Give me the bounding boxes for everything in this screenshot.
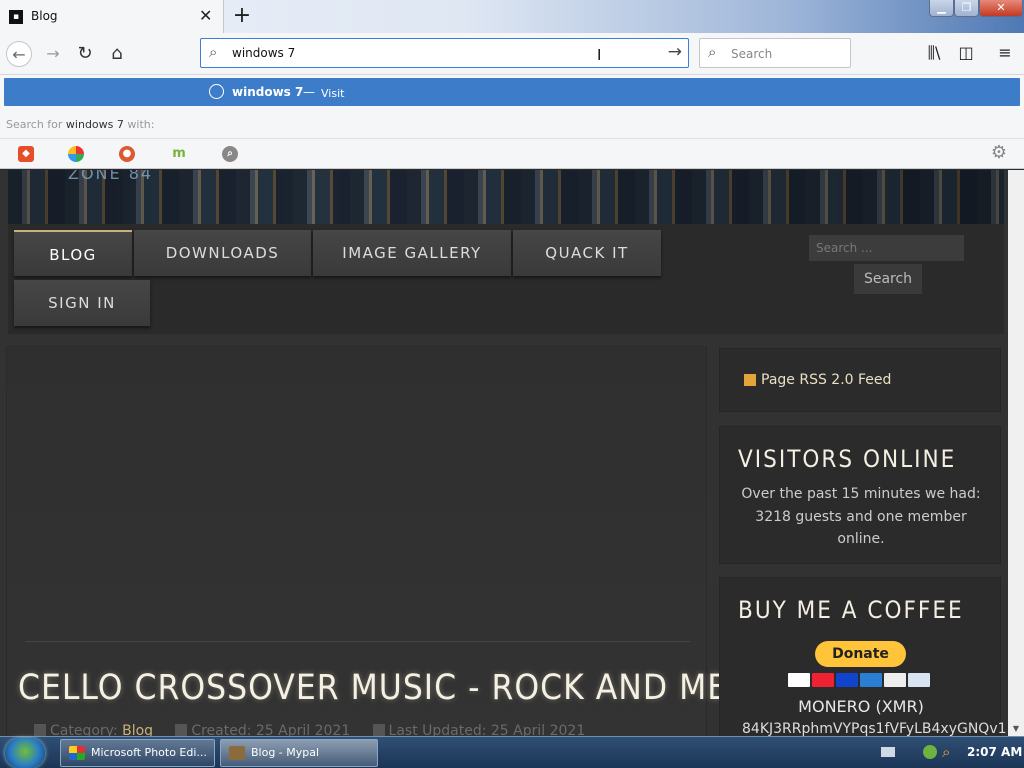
maestro-icon xyxy=(836,673,858,687)
search-for-term: windows 7 xyxy=(65,118,124,131)
taskbar: Microsoft Photo Edi... Blog - Mypal ⌕ 2:… xyxy=(0,736,1024,768)
urlbar-dropdown: windows 7 — Visit Search for windows 7 w… xyxy=(0,75,1024,169)
window-close-button[interactable]: ✕ xyxy=(979,0,1023,17)
qwant-icon[interactable] xyxy=(68,146,84,162)
site-favicon-icon: ▪ xyxy=(9,10,23,24)
tab-strip-background xyxy=(224,0,1024,33)
sidebar-toggle-icon[interactable]: ◫ xyxy=(955,42,977,64)
folder-icon xyxy=(34,724,46,736)
category-link[interactable]: Blog xyxy=(122,723,153,736)
clock[interactable]: 2:07 AM xyxy=(967,745,1022,759)
network-icon[interactable] xyxy=(923,745,937,759)
coffee-panel: BUY ME A COFFEE Donate MONERO (XMR) 84KJ… xyxy=(719,577,1007,736)
search-for-prefix: Search for xyxy=(6,118,66,131)
category-label: Category: xyxy=(50,723,123,736)
photo-editor-icon xyxy=(69,746,85,760)
article-title[interactable]: CELLO CROSSOVER MUSIC - ROCK AND METAL xyxy=(18,668,786,708)
visitors-heading: VISITORS ONLINE xyxy=(738,445,957,473)
search-engine-bar: ◆ ● m ⌕ ⚙ xyxy=(0,138,1024,169)
generic-search-icon[interactable]: ⌕ xyxy=(222,146,238,162)
tab-blog[interactable]: ▪ Blog ✕ xyxy=(0,0,224,33)
taskbar-item-photo-editor[interactable]: Microsoft Photo Edi... xyxy=(60,739,215,767)
site-banner: ZONE 84 xyxy=(8,170,1004,224)
menu-item-quack-it[interactable]: QUACK IT xyxy=(513,230,661,276)
url-bar[interactable]: ⌕ windows 7 I → xyxy=(200,38,689,68)
calendar-icon xyxy=(372,724,385,736)
home-button[interactable]: ⌂ xyxy=(104,41,130,67)
forward-button[interactable]: → xyxy=(40,41,66,67)
divider xyxy=(25,641,690,642)
text-cursor-icon: I xyxy=(597,46,602,64)
search-bar[interactable]: ⌕ Search xyxy=(699,38,851,68)
jcb-icon xyxy=(908,673,930,687)
search-icon: ⌕ xyxy=(209,43,218,61)
mypal-icon xyxy=(229,746,245,760)
site-search-input[interactable]: Search ... xyxy=(808,234,965,262)
suggestion-text: windows 7 xyxy=(232,85,304,99)
search-for-suffix: with: xyxy=(123,118,155,131)
calendar-icon xyxy=(175,724,188,736)
menu-item-downloads[interactable]: DOWNLOADS xyxy=(134,230,311,276)
menu-item-image-gallery[interactable]: IMAGE GALLERY xyxy=(313,230,511,276)
site-logo[interactable]: ZONE 84 xyxy=(68,170,153,183)
reload-button[interactable]: ↻ xyxy=(72,41,98,67)
menu-item-sign-in[interactable]: SIGN IN xyxy=(14,280,150,326)
payment-cards xyxy=(788,673,930,688)
suggestion-dash: — xyxy=(303,85,315,99)
rss-icon xyxy=(744,374,756,386)
site-search-button[interactable]: Search xyxy=(854,264,922,294)
globe-icon xyxy=(209,84,224,99)
taskbar-item-label: Blog - Mypal xyxy=(251,746,320,759)
search-bar-placeholder: Search xyxy=(731,47,773,61)
url-input[interactable]: windows 7 xyxy=(232,46,295,60)
new-tab-button[interactable]: + xyxy=(230,3,254,29)
visa-icon xyxy=(788,673,810,687)
suggestion-action: Visit xyxy=(321,87,345,100)
discover-icon xyxy=(884,673,906,687)
tab-title: Blog xyxy=(31,9,58,23)
hamburger-menu-icon[interactable]: ≡ xyxy=(994,42,1016,64)
navigation-toolbar: ← → ↻ ⌂ ⌕ windows 7 I → ⌕ Search ⫼\ ◫ ≡ xyxy=(0,33,1024,75)
back-button[interactable]: ← xyxy=(6,41,32,67)
library-icon[interactable]: ⫼\ xyxy=(923,42,945,64)
brave-search-icon[interactable]: ◆ xyxy=(18,146,34,162)
taskbar-item-mypal[interactable]: Blog - Mypal xyxy=(220,739,378,767)
visitors-panel: VISITORS ONLINE Over the past 15 minutes… xyxy=(719,426,1001,564)
mastercard-icon xyxy=(812,673,834,687)
updated-date: Last Updated: 25 April 2021 xyxy=(388,723,586,736)
tab-strip: ▪ Blog ✕ + ▁ ❐ ✕ xyxy=(0,0,1024,33)
rss-link[interactable]: Page RSS 2.0 Feed xyxy=(761,372,891,388)
go-arrow-button[interactable]: → xyxy=(668,42,682,62)
created-date: Created: 25 April 2021 xyxy=(191,723,351,736)
window-maximize-button[interactable]: ❐ xyxy=(954,0,979,17)
rss-panel: Page RSS 2.0 Feed xyxy=(719,348,1001,412)
amex-icon xyxy=(860,673,882,687)
start-button[interactable] xyxy=(5,738,45,768)
search-icon[interactable]: ⌕ xyxy=(942,743,950,761)
search-for-hint: Search for windows 7 with: xyxy=(6,118,154,131)
duckduckgo-icon[interactable]: ● xyxy=(119,146,135,162)
keyboard-icon[interactable] xyxy=(881,747,895,757)
search-settings-gear-icon[interactable]: ⚙ xyxy=(989,144,1009,162)
donate-button[interactable]: Donate xyxy=(815,641,906,667)
page-scrollbar[interactable]: ▼ xyxy=(1008,170,1024,736)
scroll-down-icon[interactable]: ▼ xyxy=(1008,722,1024,736)
monero-label: MONERO (XMR) xyxy=(798,697,924,716)
tab-close-icon[interactable]: ✕ xyxy=(199,6,212,26)
window-minimize-button[interactable]: ▁ xyxy=(929,0,954,17)
suggestion-row[interactable]: windows 7 — Visit xyxy=(4,78,1020,106)
monero-address: 84KJ3RRphmVYPqs1fVFyLB4xyGNQv1 xyxy=(742,721,1007,736)
site-navigation: BLOG DOWNLOADS IMAGE GALLERY QUACK IT SI… xyxy=(8,224,1004,334)
visitors-text: Over the past 15 minutes we had: 3218 gu… xyxy=(741,486,981,547)
article-meta: Category: Blog Created: 25 April 2021 La… xyxy=(34,723,585,736)
taskbar-item-label: Microsoft Photo Edi... xyxy=(91,746,207,759)
coffee-heading: BUY ME A COFFEE xyxy=(738,596,964,624)
web-page: ZONE 84 BLOG DOWNLOADS IMAGE GALLERY QUA… xyxy=(0,170,1008,736)
search-icon: ⌕ xyxy=(708,43,717,61)
menu-item-blog[interactable]: BLOG xyxy=(14,230,132,276)
mojeek-icon[interactable]: m xyxy=(171,146,187,162)
